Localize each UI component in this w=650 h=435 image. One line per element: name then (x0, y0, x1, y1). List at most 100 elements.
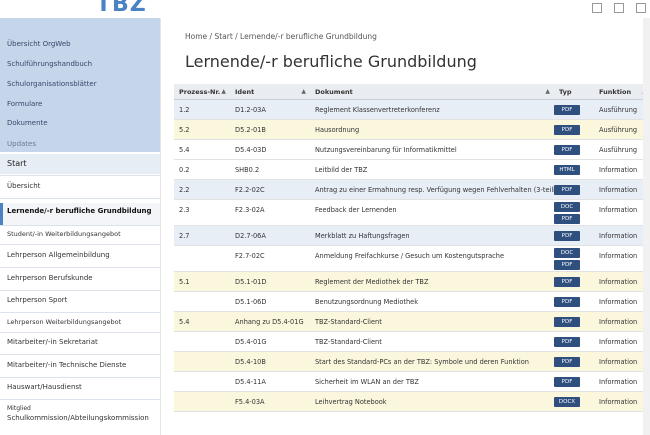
close-icon[interactable] (636, 3, 646, 13)
table-row[interactable]: D5.1-06D Benutzungsordnung Mediothek Infor… (174, 292, 650, 312)
cell-dokument[interactable]: Hausordnung (310, 120, 554, 140)
column-header-ident[interactable]: Ident ▲ (230, 84, 310, 100)
table-row[interactable]: 5.1 D5.1-01D Reglement der Mediothek der T… (174, 272, 650, 292)
cell-funktion: Information (599, 278, 638, 286)
file-type-badge[interactable]: PDF (554, 145, 580, 155)
table-row[interactable]: F2.7-02C Anmeldung Freifachkurse / Gesuch… (174, 246, 650, 272)
cell-prozess: 5.4 (179, 146, 190, 154)
sidebar-item-hauswart[interactable]: Hauswart/Hausdienst (0, 383, 160, 391)
table-row[interactable]: D5.4-10B Start des Standard-PCs an der TB… (174, 352, 650, 372)
table-row[interactable]: 2.2 F2.2-02C Antrag zu einer Ermahnung res… (174, 180, 650, 200)
divider (0, 312, 160, 313)
logo[interactable]: TBZ (96, 0, 147, 17)
column-header-dokument[interactable]: Dokument ▲ (310, 84, 554, 100)
table-row[interactable]: 2.3 F2.3-02A Feedback der Lernenden Informa… (174, 200, 650, 226)
sidebar-item-uebersicht[interactable]: Übersicht (0, 182, 160, 190)
sidebar-item-lernende[interactable]: Lernende/-r berufliche Grundbildung (0, 207, 160, 215)
table-row[interactable]: D5.4-01G TBZ-Standard-Client Information PD… (174, 332, 650, 352)
file-type-badge[interactable]: DOC (554, 248, 580, 258)
file-type-badge[interactable]: PDF (554, 337, 580, 347)
breadcrumb[interactable]: Home / Start / Lernende/-r berufliche Gr… (185, 32, 377, 41)
table-row[interactable]: 0.2 SHB0.2 Leitbild der TBZ Information HTML (174, 160, 650, 180)
cell-prozess: 1.2 (179, 106, 190, 114)
file-type-badge[interactable]: PDF (554, 105, 580, 115)
cell-dokument[interactable]: Benutzungsordnung Mediothek (310, 292, 554, 312)
cell-dokument[interactable]: Merkblatt zu Haftungsfragen (310, 226, 554, 246)
sidebar-item-start[interactable]: Start (0, 154, 160, 174)
table-row[interactable]: 5.4 D5.4-03D Nutzungsvereinbarung für Info… (174, 140, 650, 160)
cell-ident: F2.2-02C (235, 186, 265, 194)
sidebar-item-technische-dienste[interactable]: Mitarbeiter/-in Technische Dienste (0, 361, 160, 369)
maximize-icon[interactable] (614, 3, 624, 13)
file-type-badge[interactable]: PDF (554, 185, 580, 195)
cell-dokument[interactable]: Leihvertrag Notebook (310, 392, 554, 412)
sidebar-item-lp-weiterbildung[interactable]: Lehrperson Weiterbildungsangebot (0, 318, 160, 326)
sidebar-item-schulorganisationsblaetter[interactable]: Schulorganisationsblätter (0, 80, 160, 88)
cell-dokument[interactable]: Leitbild der TBZ (310, 160, 554, 180)
table-row[interactable]: D5.4-11A Sicherheit im WLAN an der TBZ Inf… (174, 372, 650, 392)
table-row[interactable]: 1.2 D1.2-03A Reglement Klassenvertreterkon… (174, 100, 650, 120)
sidebar-item-schulkommission[interactable]: Schulkommission/Abteilungskommission (0, 414, 160, 422)
cell-dokument[interactable]: Reglement der Mediothek der TBZ (310, 272, 554, 292)
sidebar-item-sekretariat[interactable]: Mitarbeiter/-in Sekretariat (0, 338, 160, 346)
cell-funktion: Information (599, 232, 638, 240)
cell-ident: D5.1-01D (235, 278, 267, 286)
cell-funktion: Information (599, 298, 638, 306)
main-content: Home / Start / Lernende/-r berufliche Gr… (160, 18, 650, 435)
sidebar-item-lp-sport[interactable]: Lehrperson Sport (0, 296, 160, 304)
sidebar-item-updates[interactable]: Updates (0, 140, 160, 148)
column-header-funktion[interactable]: Funktion▲ (594, 84, 650, 100)
table-row[interactable]: 5.4 Anhang zu D5.4-01G TBZ-Standard-Client… (174, 312, 650, 332)
file-type-badge[interactable]: DOC (554, 202, 580, 212)
file-type-badge[interactable]: PDF (554, 317, 580, 327)
sidebar-item-lp-allgemeinbildung[interactable]: Lehrperson Allgemeinbildung (0, 251, 160, 259)
sidebar-item-lp-berufskunde[interactable]: Lehrperson Berufskunde (0, 274, 160, 282)
column-header-typ[interactable]: Typ (554, 84, 594, 100)
file-type-badge[interactable]: DOCX (554, 397, 580, 407)
sidebar-item-formulare[interactable]: Formulare (0, 100, 160, 108)
divider (0, 225, 160, 226)
file-type-badge[interactable]: PDF (554, 277, 580, 287)
cell-dokument[interactable]: Start des Standard-PCs an der TBZ: Symbo… (310, 352, 554, 372)
table-row[interactable]: 2.7 D2.7-06A Merkblatt zu Haftungsfragen In… (174, 226, 650, 246)
scrollbar[interactable] (643, 18, 650, 435)
divider (0, 399, 160, 400)
table-row[interactable]: 5.2 D5.2-01B Hausordnung Ausführung PDF (174, 120, 650, 140)
cell-prozess: 0.2 (179, 166, 190, 174)
cell-dokument[interactable]: Reglement Klassenvertreterkonferenz (310, 100, 554, 120)
file-type-badge[interactable]: PDF (554, 357, 580, 367)
minimize-icon[interactable] (592, 3, 602, 13)
sidebar-item-mitglied[interactable]: Mitglied (0, 405, 160, 412)
sort-icon: ▲ (301, 88, 306, 95)
sidebar-item-student[interactable]: Student/-in Weiterbildungsangebot (0, 230, 160, 238)
divider (0, 332, 160, 333)
cell-prozess: 2.3 (179, 206, 190, 214)
file-type-badge[interactable]: PDF (554, 297, 580, 307)
cell-dokument[interactable]: TBZ-Standard-Client (310, 332, 554, 352)
cell-dokument[interactable]: Feedback der Lernenden (310, 200, 554, 220)
sidebar-item-uebersicht-orgweb[interactable]: Übersicht OrgWeb (0, 40, 160, 48)
file-type-badge[interactable]: PDF (554, 231, 580, 241)
file-type-badge[interactable]: PDF (554, 125, 580, 135)
cell-funktion: Ausführung (599, 146, 638, 154)
table-row[interactable]: F5.4-03A Leihvertrag Notebook Information D… (174, 392, 650, 412)
cell-ident: D5.4-03D (235, 146, 267, 154)
cell-ident: D5.4-01G (235, 338, 267, 346)
cell-dokument[interactable]: Anmeldung Freifachkurse / Gesuch um Kost… (310, 246, 554, 266)
cell-ident: SHB0.2 (235, 166, 260, 174)
file-type-badge[interactable]: PDF (554, 214, 580, 224)
cell-funktion: Information (599, 398, 638, 406)
column-header-prozess[interactable]: Prozess-Nr. ▲ (174, 84, 230, 100)
sidebar-item-dokumente[interactable]: Dokumente (0, 119, 160, 127)
cell-funktion: Information (599, 206, 638, 214)
cell-ident: D5.1-06D (235, 298, 267, 306)
cell-dokument[interactable]: TBZ-Standard-Client (310, 312, 554, 332)
cell-dokument[interactable]: Nutzungsvereinbarung für Informatikmitte… (310, 140, 554, 160)
file-type-badge[interactable]: PDF (554, 260, 580, 270)
cell-dokument[interactable]: Sicherheit im WLAN an der TBZ (310, 372, 554, 392)
file-type-badge[interactable]: PDF (554, 377, 580, 387)
cell-dokument[interactable]: Antrag zu einer Ermahnung resp. Verfügun… (310, 180, 554, 200)
sidebar-item-schulfuehrungshandbuch[interactable]: Schulführungshandbuch (0, 60, 160, 68)
divider (0, 198, 160, 199)
file-type-badge[interactable]: HTML (554, 165, 580, 175)
